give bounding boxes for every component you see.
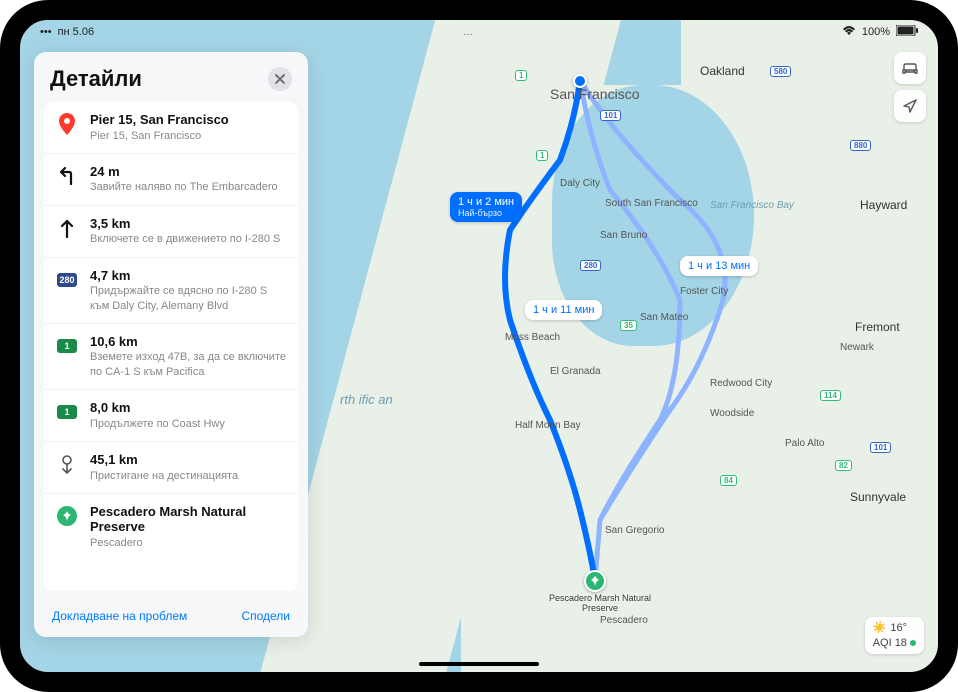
shield-icon: 35	[620, 320, 637, 331]
city-label: Foster City	[680, 286, 728, 297]
city-label: San Bruno	[600, 230, 647, 241]
shield-icon: 280	[580, 260, 601, 271]
close-button[interactable]	[268, 67, 292, 91]
straight-icon	[56, 217, 78, 239]
share-link[interactable]: Сподели	[241, 609, 290, 623]
shield-icon: 82	[835, 460, 852, 471]
direction-step[interactable]: 1 10,6 km Вземете изход 47B, за да се вк…	[44, 324, 298, 390]
city-label: South San Francisco	[605, 198, 698, 209]
state-route-shield-icon: 1	[56, 401, 78, 423]
battery-percent: 100%	[862, 26, 890, 38]
destination-label: Pescadero Marsh Natural Preserve	[545, 594, 655, 614]
aqi-dot-icon	[910, 640, 916, 646]
direction-step[interactable]: 1 8,0 km Продължете по Coast Hwy	[44, 390, 298, 442]
step-primary: Pier 15, San Francisco	[90, 112, 286, 128]
city-label: Moss Beach	[505, 332, 560, 343]
city-label: Daly City	[560, 178, 600, 189]
water-label: rth ific an	[340, 390, 380, 411]
step-primary: 45,1 km	[90, 452, 286, 468]
status-time: пн 5.06	[58, 26, 95, 38]
status-bar: ••• пн 5.06 … 100%	[20, 20, 938, 44]
step-secondary: Придържайте се вдясно по I-280 S към Dal…	[90, 284, 286, 313]
step-primary: 10,6 km	[90, 334, 286, 350]
report-problem-link[interactable]: Докладване на проблем	[52, 609, 187, 623]
locate-button[interactable]	[894, 90, 926, 122]
step-secondary: Завийте наляво по The Embarcadero	[90, 180, 286, 194]
direction-step[interactable]: Pier 15, San Francisco Pier 15, San Fran…	[44, 102, 298, 154]
step-primary: 8,0 km	[90, 400, 286, 416]
directions-list[interactable]: Pier 15, San Francisco Pier 15, San Fran…	[44, 102, 298, 591]
step-secondary: Продължете по Coast Hwy	[90, 417, 286, 431]
city-label: Newark	[840, 342, 874, 353]
direction-step[interactable]: 3,5 km Включете се в движението по I-280…	[44, 206, 298, 258]
details-panel: Детайли Pier 15, San Francisco Pier 15, …	[34, 52, 308, 637]
battery-icon	[896, 25, 918, 39]
step-secondary: Пристигане на дестинацията	[90, 469, 286, 483]
city-label: San Mateo	[640, 312, 688, 323]
route-end-marker[interactable]	[584, 570, 606, 592]
shield-icon: 84	[720, 475, 737, 486]
shield-icon: 114	[820, 390, 841, 401]
status-center: …	[463, 27, 473, 38]
aqi-label: AQI 18	[873, 637, 907, 649]
sun-icon: ☀️	[873, 621, 887, 635]
city-label: Pescadero	[600, 615, 648, 626]
step-secondary: Включете се в движението по I-280 S	[90, 232, 286, 246]
direction-step[interactable]: Pescadero Marsh Natural Preserve Pescade…	[44, 494, 298, 560]
city-label: San Gregorio	[605, 525, 664, 536]
shield-icon: 101	[870, 442, 891, 453]
panel-title: Детайли	[50, 66, 142, 92]
direction-step[interactable]: 45,1 km Пристигане на дестинацията	[44, 442, 298, 494]
route-callout-alt2[interactable]: 1 ч и 13 мин	[680, 256, 758, 276]
shield-icon: 580	[770, 66, 791, 77]
direction-step[interactable]: 24 m Завийте наляво по The Embarcadero	[44, 154, 298, 206]
step-secondary: Pescadero	[90, 536, 286, 550]
city-label: Hayward	[860, 198, 907, 212]
state-route-shield-icon: 1	[56, 335, 78, 357]
shield-icon: 101	[600, 110, 621, 121]
step-primary: 24 m	[90, 164, 286, 180]
city-label: Redwood City	[710, 378, 772, 389]
route-callout-primary[interactable]: 1 ч и 2 мин Най-бързо	[450, 192, 522, 222]
shield-icon: 880	[850, 140, 871, 151]
city-label: Oakland	[700, 64, 745, 78]
transport-mode-button[interactable]	[894, 52, 926, 84]
city-label: Palo Alto	[785, 438, 824, 449]
city-label: Half Moon Bay	[515, 420, 581, 431]
shield-icon: 1	[515, 70, 527, 81]
step-primary: Pescadero Marsh Natural Preserve	[90, 504, 286, 535]
weather-temp: 16°	[890, 621, 907, 635]
turn-left-icon	[56, 165, 78, 187]
city-label: Sunnyvale	[850, 490, 906, 504]
city-label: Woodside	[710, 408, 754, 419]
arrive-icon	[56, 453, 78, 475]
pin-end-icon	[56, 505, 78, 527]
city-label: El Granada	[550, 366, 601, 377]
pin-start-icon	[56, 113, 78, 135]
route-callout-alt1[interactable]: 1 ч и 11 мин	[525, 300, 602, 320]
interstate-shield-icon: 280	[56, 269, 78, 291]
step-secondary: Вземете изход 47B, за да се включите по …	[90, 350, 286, 379]
city-label: San Francisco	[550, 86, 639, 102]
water-label: San Francisco Bay	[710, 200, 770, 211]
step-primary: 3,5 km	[90, 216, 286, 232]
status-dots-icon: •••	[40, 26, 52, 38]
step-primary: 4,7 km	[90, 268, 286, 284]
home-indicator[interactable]	[419, 662, 539, 666]
wifi-icon	[842, 26, 856, 39]
weather-chip[interactable]: ☀️ 16° AQI 18	[865, 617, 924, 654]
city-label: Fremont	[855, 320, 900, 334]
step-secondary: Pier 15, San Francisco	[90, 129, 286, 143]
shield-icon: 1	[536, 150, 548, 161]
direction-step[interactable]: 280 4,7 km Придържайте се вдясно по I-28…	[44, 258, 298, 324]
